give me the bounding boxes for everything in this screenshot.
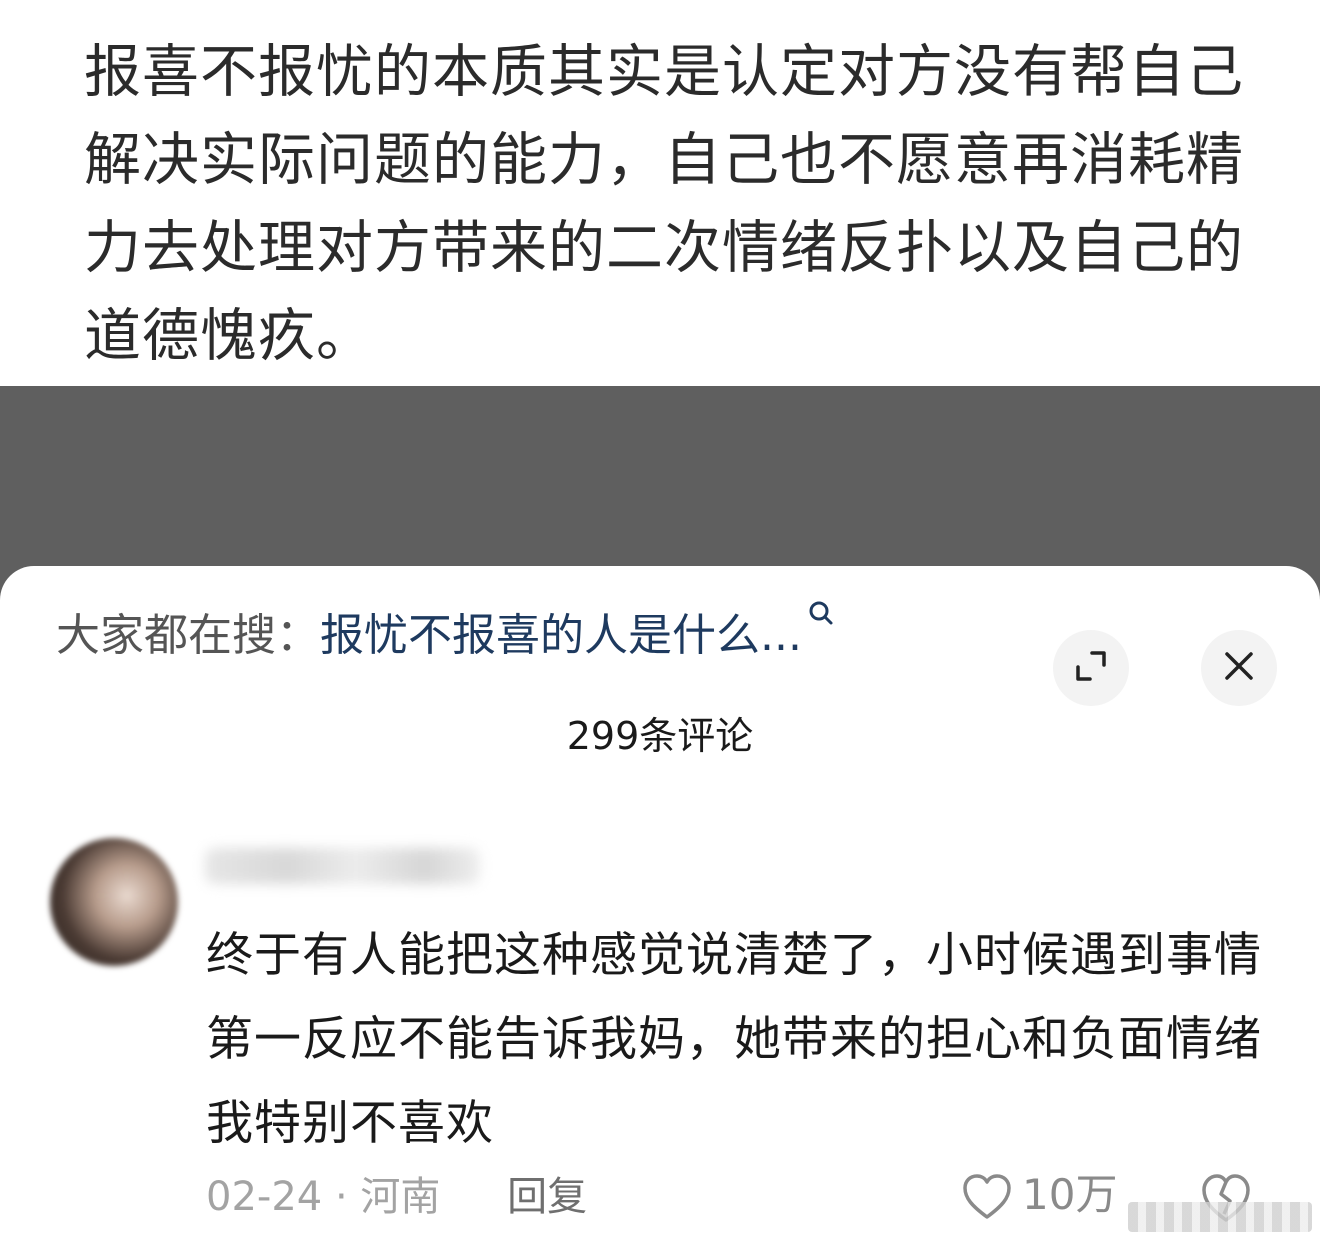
comments-sheet: 大家都在搜：报忧不报喜的人是什么... 299条评论 终于有人能把这种感觉说清楚… (0, 566, 1320, 1252)
comment-meta: 02-24 · 河南 回复 (206, 1168, 587, 1226)
comment-date: 02-24 (206, 1174, 323, 1220)
search-icon[interactable] (808, 582, 834, 625)
trending-search[interactable]: 大家都在搜：报忧不报喜的人是什么... (56, 601, 833, 666)
search-prefix-label: 大家都在搜： (56, 610, 320, 661)
close-button[interactable] (1201, 630, 1277, 706)
username-blurred[interactable] (205, 848, 480, 884)
reply-button[interactable]: 回复 (507, 1174, 587, 1220)
heart-icon[interactable] (960, 1170, 1014, 1224)
page: 报喜不报忧的本质其实是认定对方没有帮自己解决实际问题的能力，自己也不愿意再消耗精… (0, 0, 1320, 1252)
avatar[interactable] (50, 838, 178, 966)
close-icon (1222, 649, 1256, 687)
comment-text: 终于有人能把这种感觉说清楚了，小时候遇到事情第一反应不能告诉我妈，她带来的担心和… (206, 928, 1262, 1151)
comment-count-title: 299条评论 (566, 714, 754, 758)
watermark (1128, 1202, 1312, 1232)
expand-button[interactable] (1053, 630, 1129, 706)
like-count: 10万 (1022, 1170, 1118, 1219)
comment-location: 河南 (360, 1174, 441, 1220)
search-query-link[interactable]: 报忧不报喜的人是什么... (320, 610, 802, 661)
expand-icon (1072, 647, 1110, 689)
meta-separator: · (334, 1174, 348, 1220)
article-text: 报喜不报忧的本质其实是认定对方没有帮自己解决实际问题的能力，自己也不愿意再消耗精… (84, 39, 1244, 369)
